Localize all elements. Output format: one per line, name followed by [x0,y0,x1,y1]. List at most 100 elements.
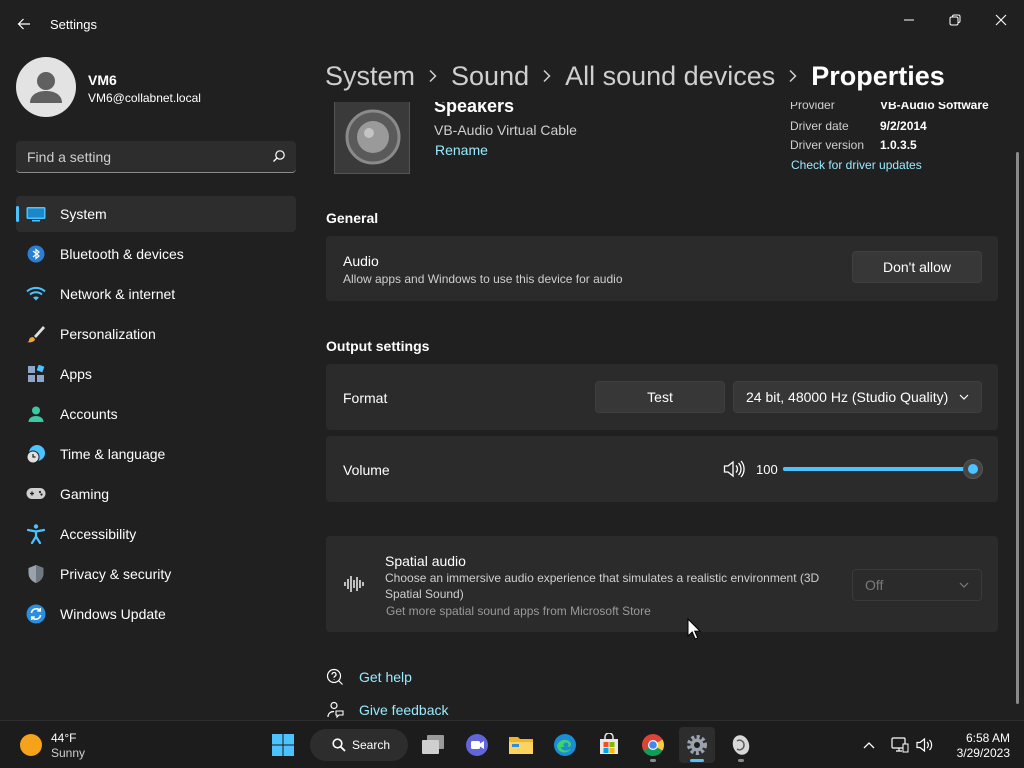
clock-date[interactable]: 3/29/2023 [950,746,1010,760]
clock-time[interactable]: 6:58 AM [950,731,1010,745]
network-icon [891,737,909,753]
weather-temperature[interactable]: 44°F [51,731,76,745]
taskbar-search-button[interactable]: Search [310,729,408,761]
get-help-link[interactable]: Get help [359,669,412,685]
app-icon [732,735,750,755]
sun-icon[interactable] [20,734,42,756]
volume-slider-fill [783,467,977,471]
shield-icon [26,564,46,584]
chevron-down-icon [959,582,969,588]
window-title: Settings [50,17,97,32]
rename-link[interactable]: Rename [435,142,488,158]
title-bar: Settings [0,0,1024,48]
wifi-icon [26,284,46,304]
chevron-up-icon [863,742,875,749]
search-icon[interactable] [272,149,286,163]
spatial-audio-card: Spatial audio Choose an immersive audio … [326,536,998,632]
output-settings-heading: Output settings [326,338,430,354]
breadcrumb-item-sound[interactable]: Sound [451,61,529,92]
close-button[interactable] [986,8,1016,32]
user-email: VM6@collabnet.local [88,91,201,105]
edge-icon [554,734,576,756]
teams-chat-icon [466,734,488,756]
edge-button[interactable] [547,727,583,763]
sidebar-item-label: Time & language [60,446,166,462]
scrollbar[interactable] [1016,152,1019,704]
audio-description: Allow apps and Windows to use this devic… [343,272,623,286]
chrome-button[interactable] [635,727,671,763]
spatial-audio-description-line2: Spatial Sound) [385,587,464,601]
gamepad-icon [26,484,46,504]
check-driver-updates-link[interactable]: Check for driver updates [791,158,922,172]
sidebar-item-label: Privacy & security [60,566,172,582]
sidebar-item-label: Network & internet [60,286,176,302]
pinned-app-button[interactable] [723,727,759,763]
volume-slider-thumb[interactable] [963,459,983,479]
brush-icon [26,324,46,344]
file-explorer-button[interactable] [503,727,539,763]
chevron-down-icon [959,394,969,400]
person-icon [26,404,46,424]
device-subtitle: VB-Audio Virtual Cable [434,122,577,138]
task-view-button[interactable] [415,727,451,763]
sidebar-item-gaming[interactable]: Gaming [16,476,296,512]
volume-value: 100 [756,462,778,477]
volume-slider[interactable] [783,459,983,479]
general-heading: General [326,210,379,226]
audio-title: Audio [343,253,379,269]
store-button[interactable] [591,727,627,763]
weather-condition[interactable]: Sunny [51,746,85,760]
minimize-icon [904,19,914,21]
sidebar-item-personalization[interactable]: Personalization [16,316,296,352]
bluetooth-icon [26,244,46,264]
driver-date-value: 9/2/2014 [880,119,927,133]
chrome-icon [642,734,664,756]
network-tray-button[interactable] [890,735,910,755]
sidebar-item-network[interactable]: Network & internet [16,276,296,312]
volume-tray-button[interactable] [915,735,935,755]
sidebar-item-time-language[interactable]: Time & language [16,436,296,472]
sidebar-item-apps[interactable]: Apps [16,356,296,392]
restore-icon [949,14,961,26]
format-selected-value: 24 bit, 48000 Hz (Studio Quality) [746,389,949,405]
back-button[interactable] [10,12,38,36]
format-dropdown[interactable]: 24 bit, 48000 Hz (Studio Quality) [733,381,982,413]
device-name: Speakers [434,102,515,116]
sidebar-item-windows-update[interactable]: Windows Update [16,596,296,632]
sidebar-item-label: Apps [60,366,92,382]
sidebar-item-label: Bluetooth & devices [60,246,184,262]
search-box[interactable] [16,141,296,173]
show-hidden-icons-button[interactable] [859,735,879,755]
sidebar-item-accessibility[interactable]: Accessibility [16,516,296,552]
restore-button[interactable] [940,8,970,32]
volume-card: Volume 100 [326,436,998,502]
task-view-icon [422,735,444,754]
teams-chat-button[interactable] [459,727,495,763]
close-icon [995,14,1007,26]
spatial-audio-dropdown[interactable]: Off [852,569,982,601]
test-button[interactable]: Test [595,381,725,413]
give-feedback-link[interactable]: Give feedback [359,702,449,718]
sidebar-item-system[interactable]: System [16,196,296,232]
minimize-button[interactable] [894,8,924,32]
avatar[interactable] [16,57,76,117]
spatial-store-link[interactable]: Get more spatial sound apps from Microso… [386,604,651,618]
chevron-right-icon [542,69,552,83]
search-input[interactable] [16,141,266,172]
breadcrumb-item-system[interactable]: System [325,61,415,92]
settings-button[interactable] [679,727,715,763]
sidebar-item-privacy-security[interactable]: Privacy & security [16,556,296,592]
start-button[interactable] [265,727,301,763]
user-name: VM6 [88,72,117,88]
active-indicator [690,759,704,762]
format-card: Format Test 24 bit, 48000 Hz (Studio Qua… [326,364,998,430]
sidebar-item-label: Personalization [60,326,156,342]
sidebar-item-bluetooth[interactable]: Bluetooth & devices [16,236,296,272]
breadcrumb-item-all-sound-devices[interactable]: All sound devices [565,61,775,92]
sidebar-item-accounts[interactable]: Accounts [16,396,296,432]
mouse-cursor-icon [687,618,701,640]
settings-icon [687,735,707,755]
dont-allow-button[interactable]: Don't allow [852,251,982,283]
speaker-volume-icon[interactable] [723,460,745,478]
sidebar-nav: System Bluetooth & devices Network & int… [16,196,296,636]
